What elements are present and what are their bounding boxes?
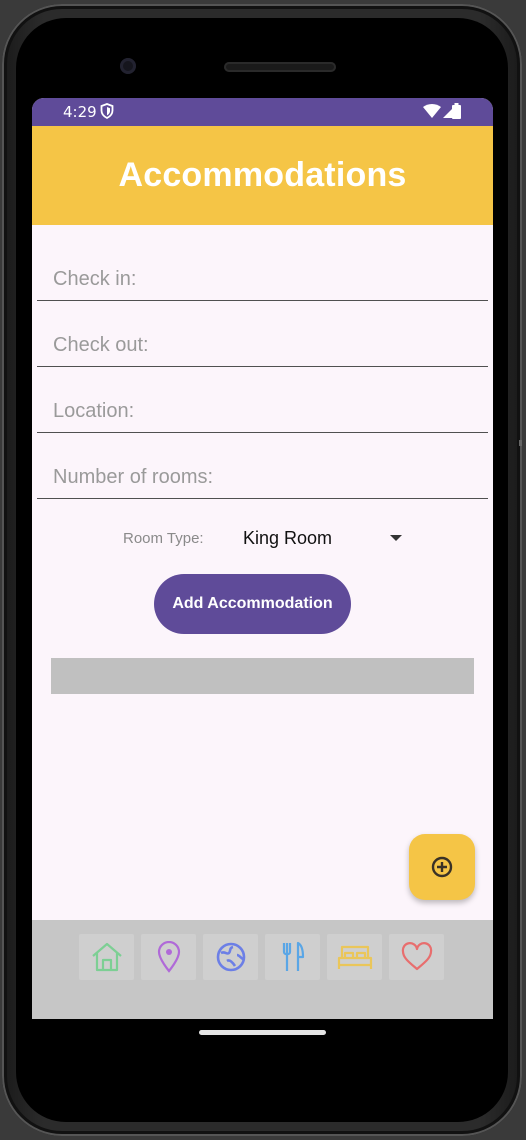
battery-icon (452, 103, 461, 119)
add-circle-icon (431, 856, 453, 878)
rooms-field-container (37, 456, 488, 499)
room-type-label: Room Type: (123, 530, 204, 547)
fork-knife-icon (282, 941, 304, 971)
nav-home[interactable] (79, 934, 134, 980)
status-bar: 4:29 (32, 98, 493, 126)
bed-icon (337, 945, 372, 969)
dropdown-arrow-icon (390, 535, 402, 541)
check-in-field[interactable] (51, 258, 475, 300)
status-time: 4:29 (63, 103, 97, 121)
front-camera (120, 58, 136, 74)
app-screen: 4:29 Accommodations Room Type: King Room (32, 98, 493, 1019)
nav-favorites[interactable] (389, 934, 444, 980)
side-button (519, 440, 522, 446)
nav-location[interactable] (141, 934, 196, 980)
nav-restaurants[interactable] (265, 934, 320, 980)
nav-accommodations[interactable] (327, 934, 382, 980)
number-of-rooms-field[interactable] (51, 456, 475, 498)
page-title: Accommodations (118, 156, 407, 194)
location-field[interactable] (51, 390, 475, 432)
location-field-container (37, 390, 488, 433)
heart-icon (401, 942, 432, 971)
app-bar: Accommodations (32, 126, 493, 225)
check-in-field-container (37, 258, 488, 301)
bottom-navigation (32, 920, 493, 1019)
shield-icon (100, 103, 114, 119)
nav-globe[interactable] (203, 934, 258, 980)
globe-icon (216, 942, 245, 972)
add-fab-button[interactable] (409, 834, 475, 900)
check-out-field[interactable] (51, 324, 475, 366)
earpiece-speaker (224, 62, 336, 72)
location-pin-icon (157, 941, 180, 973)
home-icon (91, 942, 122, 972)
accommodation-list (51, 658, 474, 694)
room-type-value: King Room (243, 528, 333, 548)
room-type-select[interactable]: King Room (232, 522, 408, 556)
check-out-field-container (37, 324, 488, 367)
home-indicator[interactable] (199, 1030, 326, 1035)
add-accommodation-button[interactable]: Add Accommodation (154, 574, 351, 634)
wifi-icon (423, 104, 441, 118)
